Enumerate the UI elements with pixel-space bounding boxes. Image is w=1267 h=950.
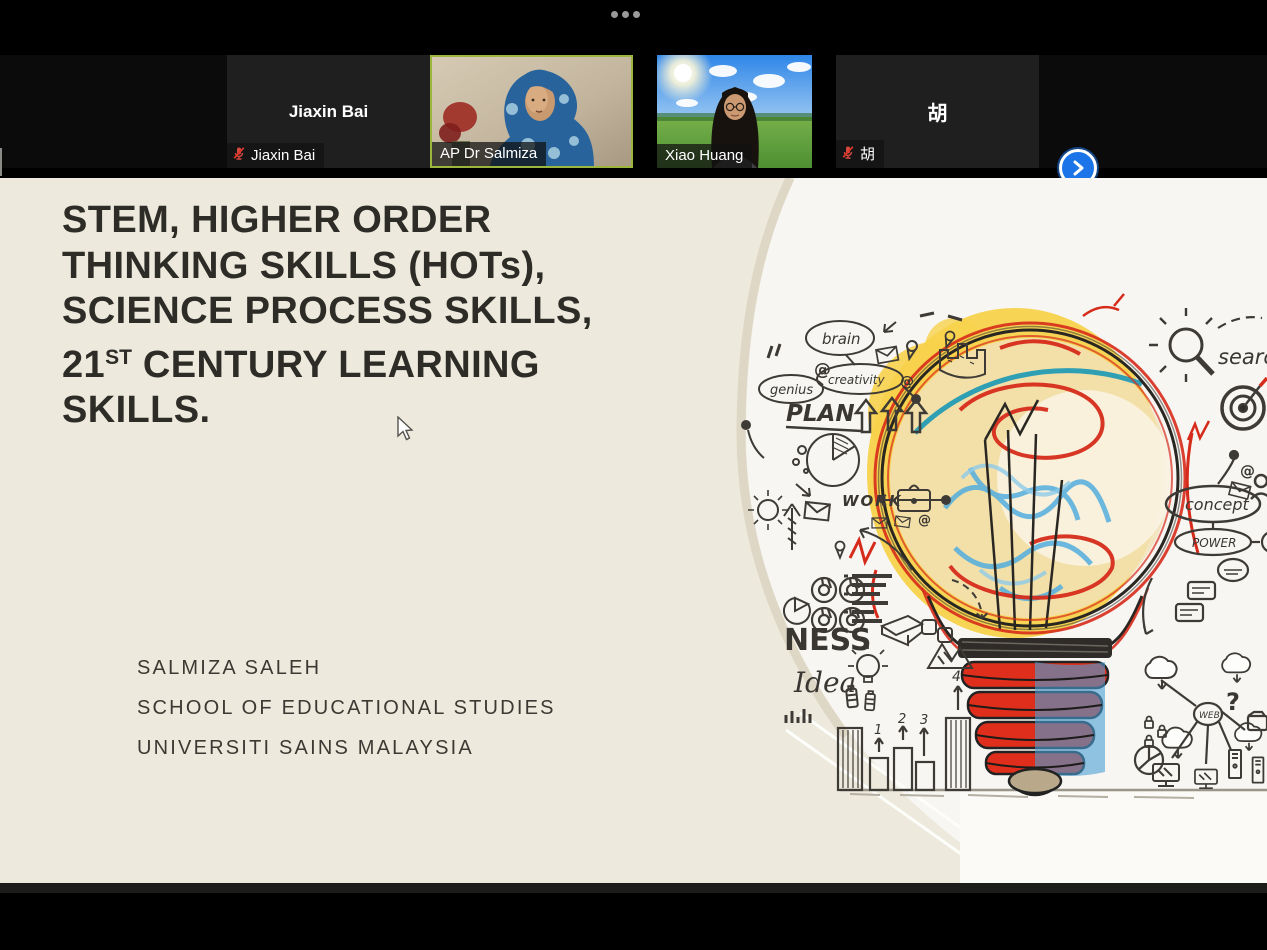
participant-tile-jiaxin-bai[interactable]: Jiaxin Bai Jiaxin Bai (227, 55, 430, 168)
svg-text:@: @ (918, 513, 931, 528)
bar-number-3: 3 (920, 713, 928, 728)
name-tag: Jiaxin Bai (227, 143, 324, 168)
doodle-brain-label: brain (822, 330, 861, 348)
author-name: SALMIZA SALEH (137, 648, 556, 688)
shared-slide: STEM, HIGHER ORDER THINKING SKILLS (HOTs… (0, 178, 1267, 883)
bar-number-2: 2 (898, 712, 906, 727)
mic-muted-icon (841, 145, 855, 163)
name-tag-label: AP Dr Salmiza (440, 145, 537, 162)
doodle-power-label: POWER (1192, 536, 1236, 550)
bar-number-4: 4 (952, 669, 961, 685)
doodle-web-label: WEB (1199, 711, 1220, 721)
participant-video: Xiao Huang (657, 55, 812, 168)
slide-authors: SALMIZA SALEH SCHOOL OF EDUCATIONAL STUD… (137, 648, 556, 768)
more-dots-icon[interactable] (611, 11, 640, 18)
participant-strip: Jiaxin Bai Jiaxin Bai (0, 55, 1267, 168)
name-tag: AP Dr Salmiza (432, 142, 546, 166)
participant-tile-salmiza[interactable]: AP Dr Salmiza (430, 55, 633, 168)
lightbulb-illustration: brain @ creativity genius @ PLAN (700, 178, 1267, 883)
participant-tile-hu[interactable]: 胡 胡 (836, 55, 1039, 168)
bar-number-1: 1 (874, 723, 882, 738)
doodle-concept-label: concept (1185, 495, 1250, 514)
mic-muted-icon (232, 146, 246, 164)
name-tag-label: Jiaxin Bai (251, 147, 315, 164)
svg-text:@: @ (1240, 462, 1255, 480)
name-tag: Xiao Huang (657, 144, 752, 168)
doodle-ness-label: NESS (784, 623, 871, 658)
doodle-creativity-label: creativity (828, 373, 885, 387)
author-school: SCHOOL OF EDUCATIONAL STUDIES (137, 688, 556, 728)
bottom-letterbox (0, 893, 1267, 950)
author-university: UNIVERSITI SAINS MALAYSIA (137, 728, 556, 768)
doodle-genius-label: genius (770, 383, 813, 398)
doodle-plan-label: PLAN (786, 401, 855, 427)
slide-title: STEM, HIGHER ORDER THINKING SKILLS (HOTs… (62, 198, 662, 434)
doodle-search-label: search (1218, 345, 1267, 369)
name-tag-label: 胡 (860, 143, 875, 164)
meeting-window: Jiaxin Bai Jiaxin Bai (0, 0, 1267, 950)
name-tag-label: Xiao Huang (665, 147, 743, 164)
name-tag: 胡 (836, 140, 884, 168)
participant-tile-xiao-huang[interactable]: Xiao Huang (633, 55, 836, 168)
doodle-question-mark: ? (1226, 688, 1240, 716)
mouse-cursor-icon (396, 416, 414, 442)
window-edge-artifact (0, 148, 2, 176)
slide-bottom-edge (0, 883, 1267, 893)
svg-text:@: @ (900, 374, 914, 390)
